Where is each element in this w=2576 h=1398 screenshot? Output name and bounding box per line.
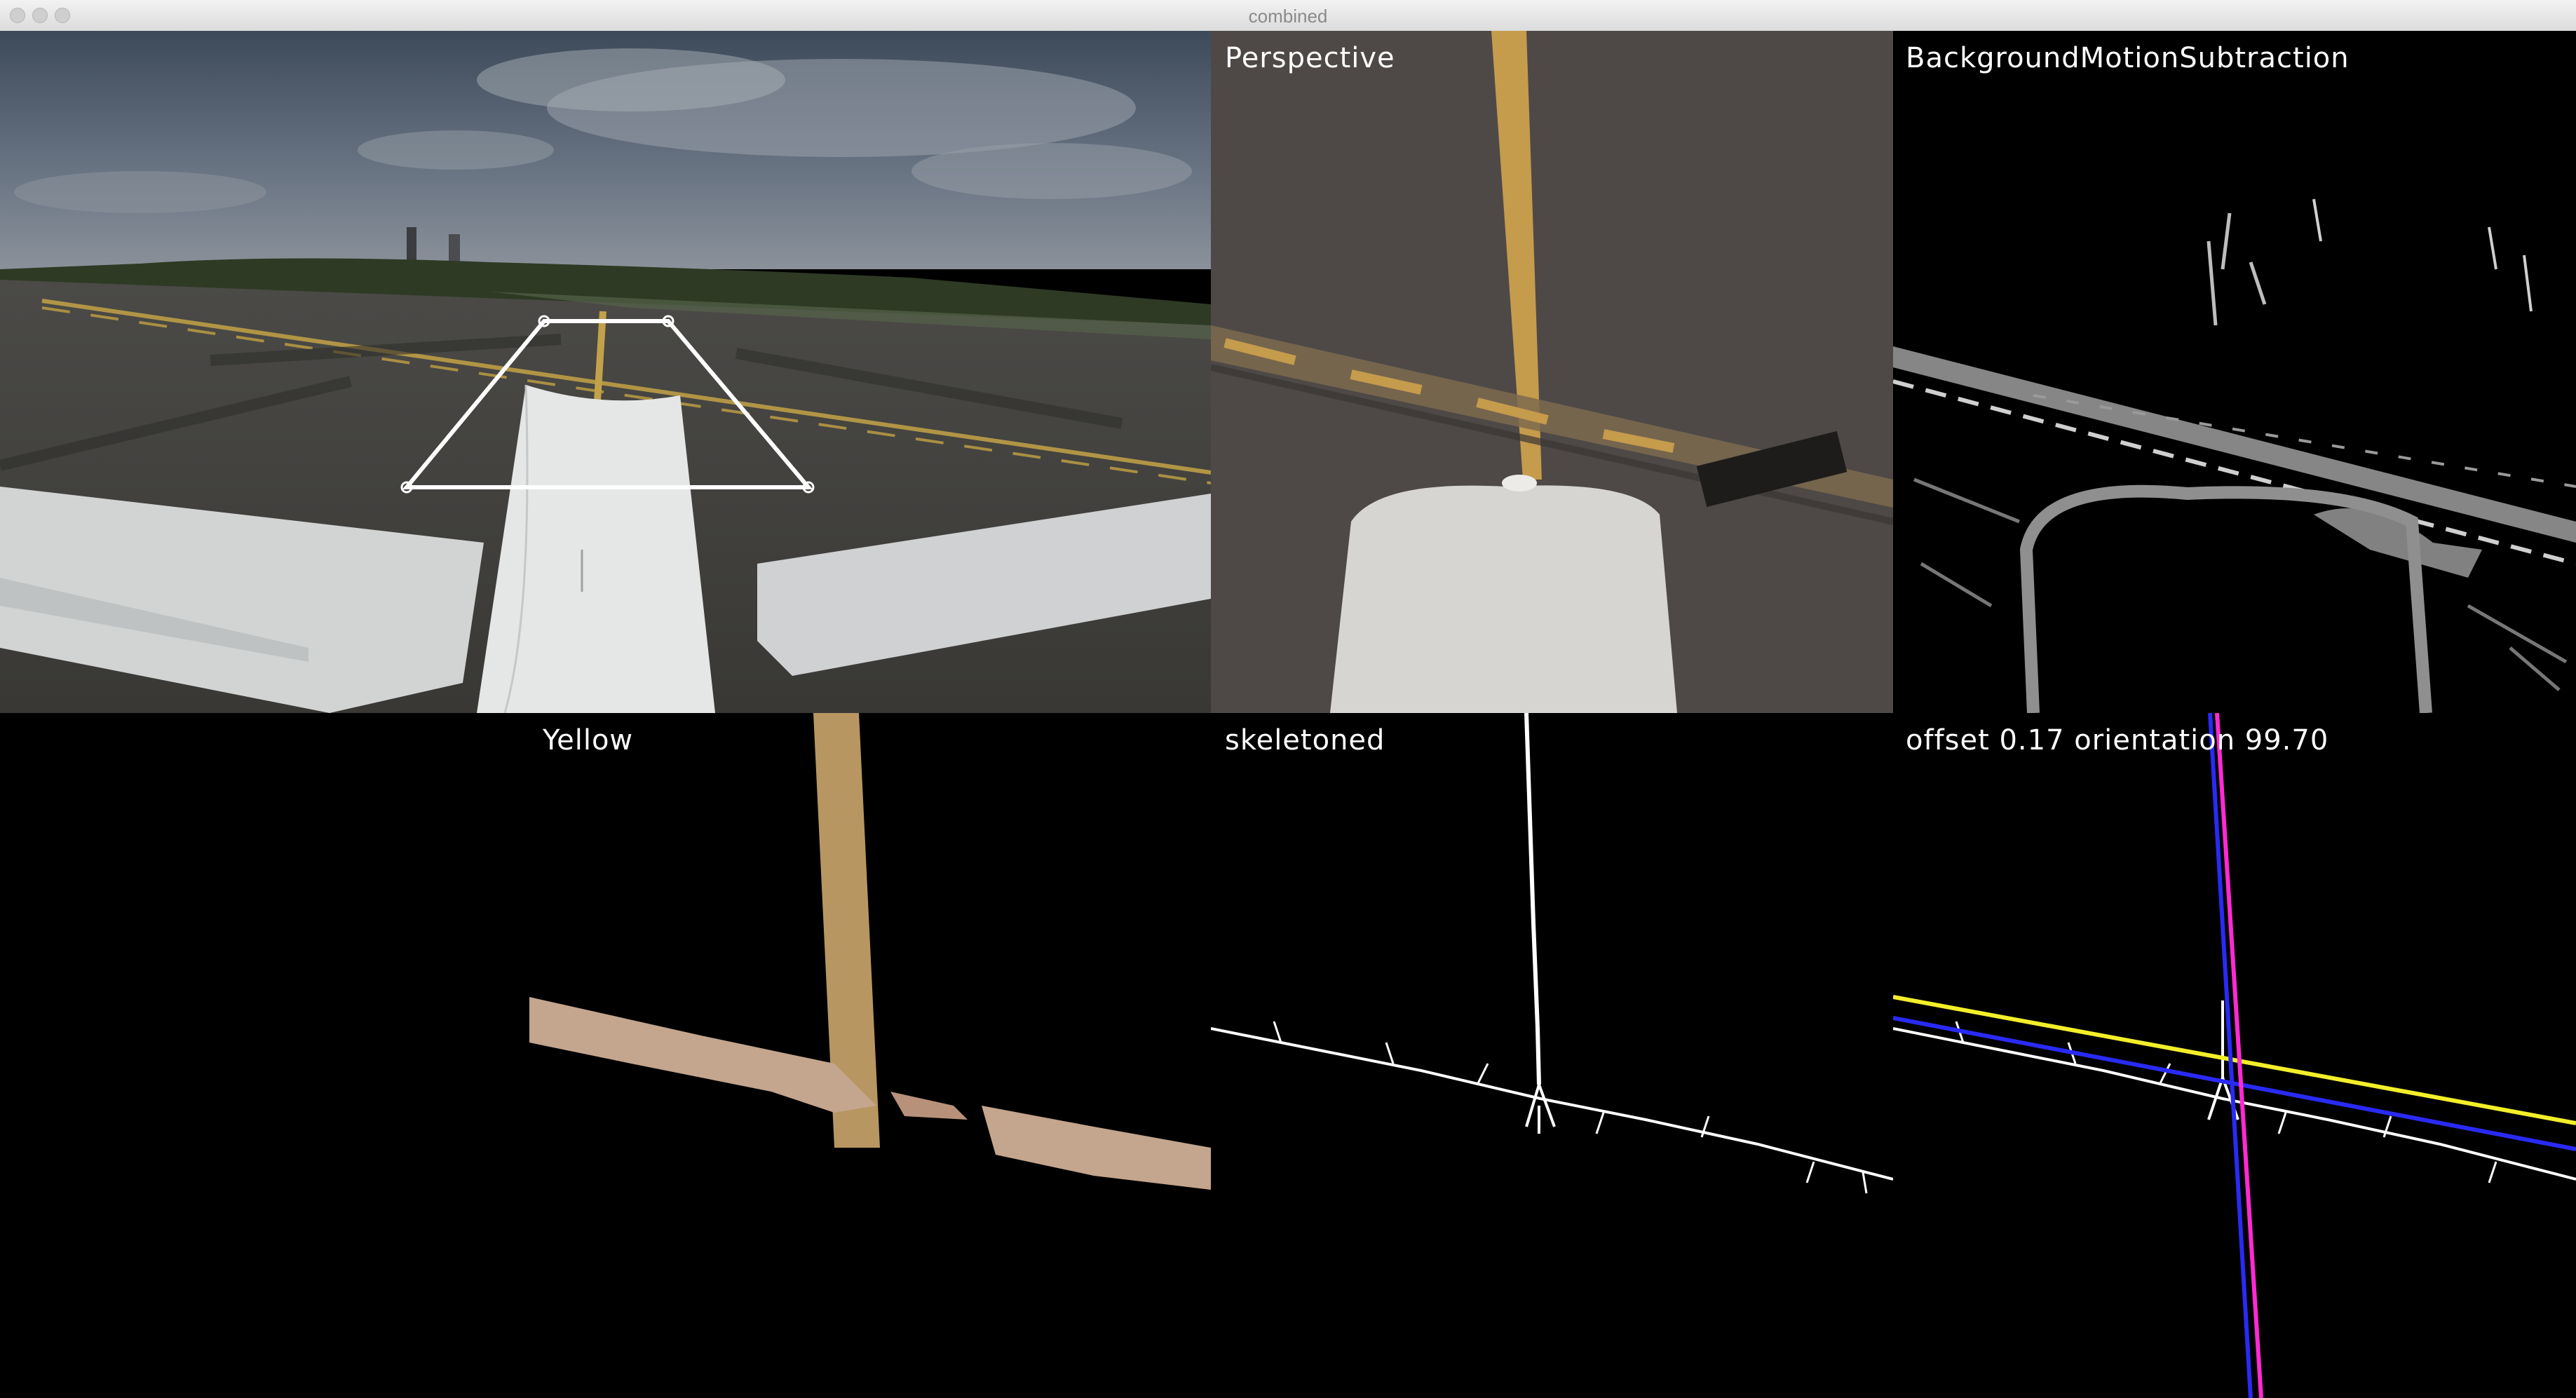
background-subtraction-label: BackgroundMotionSubtraction [1906,42,2350,74]
camera-view-panel [0,31,1211,713]
skeleton-panel: skeletoned [1211,713,1893,1398]
perspective-image [1211,31,1893,713]
perspective-panel: Perspective [1211,31,1893,713]
camera-view-image [0,31,1211,713]
skeleton-image [1211,713,1893,1398]
yellow-label: Yellow [543,724,634,756]
background-subtraction-image [1893,31,2576,713]
window-title: combined [1248,6,1328,27]
background-subtraction-panel: BackgroundMotionSubtraction [1893,31,2576,713]
skeleton-label: skeletoned [1225,724,1385,756]
perspective-label: Perspective [1225,42,1395,74]
line-fit-panel: offset 0.17 orientation 99.70 [1893,713,2576,1398]
offset-orientation-label: offset 0.17 orientation 99.70 [1906,724,2329,756]
line-fit-image [1893,713,2576,1398]
yellow-mask-panel: Yellow [0,713,1211,1398]
yellow-mask-image [0,713,1211,1398]
window-titlebar: combined [0,0,2576,32]
combined-canvas: Perspective BackgroundMotionSubtraction … [0,31,2576,1398]
